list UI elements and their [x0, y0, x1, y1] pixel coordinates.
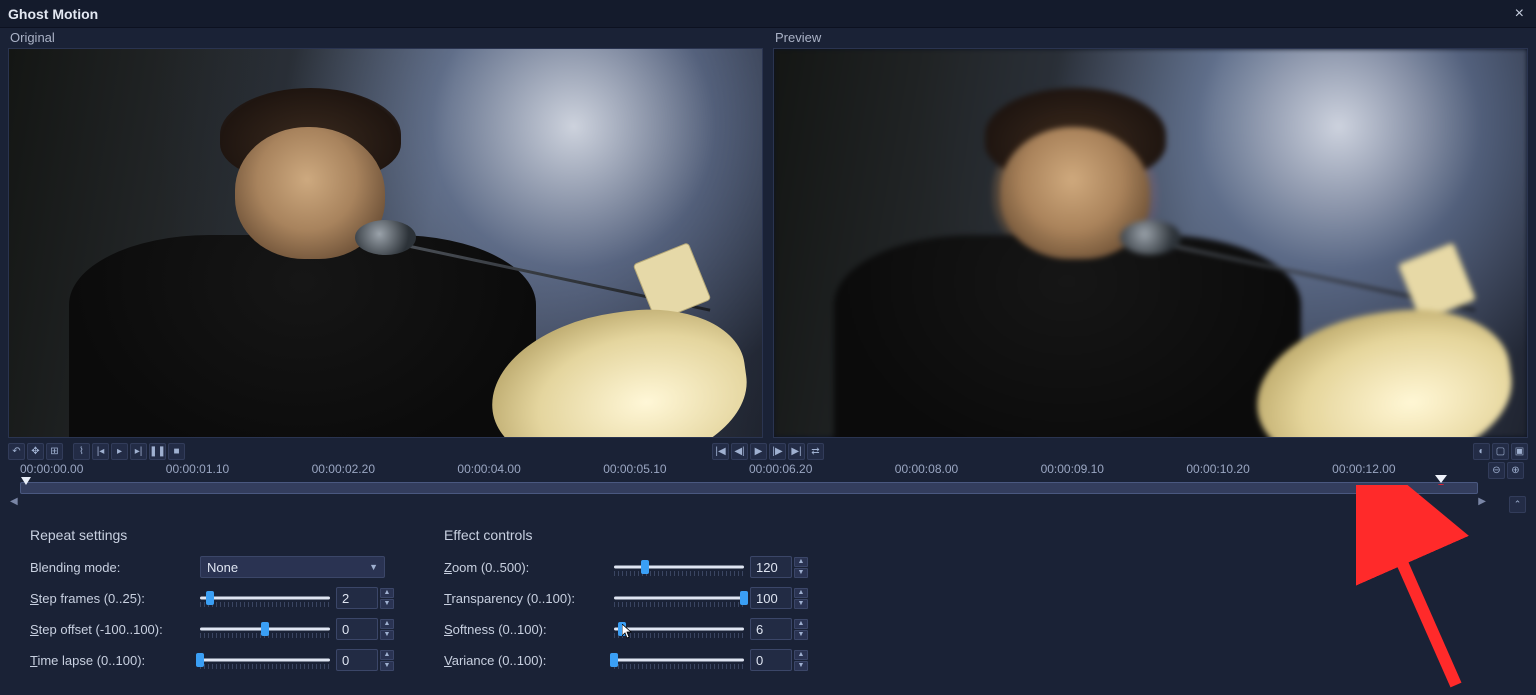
time-lapse-slider[interactable]: [200, 651, 330, 669]
scroll-left-button[interactable]: ◀: [10, 496, 18, 507]
softness-label: Softness (0..100):: [444, 622, 614, 637]
stop-small-button[interactable]: ■: [168, 443, 185, 460]
transport-controls: |◀ ◀| ▶ |▶ ▶| ⇄: [712, 443, 824, 460]
effect-controls-panel: Effect controls Zoom (0..500): ▲▼ Transp…: [444, 527, 808, 671]
transparency-slider[interactable]: [614, 589, 744, 607]
step-offset-label: Step offset (-100..100):: [30, 622, 200, 637]
zoom-input[interactable]: [750, 556, 792, 578]
transparency-label: Transparency (0..100):: [444, 591, 614, 606]
tick-1: 00:00:01.10: [166, 462, 229, 476]
settings-area: Repeat settings Blending mode: None ▼ St…: [0, 509, 1536, 679]
tick-6: 00:00:08.00: [895, 462, 958, 476]
go-end-button[interactable]: ▶|: [788, 443, 805, 460]
pause-small-button[interactable]: ❚❚: [149, 443, 166, 460]
timeline-zoom-in-button[interactable]: ⊕: [1507, 462, 1524, 479]
tick-8: 00:00:10.20: [1186, 462, 1249, 476]
transparency-input[interactable]: [750, 587, 792, 609]
effect-heading: Effect controls: [444, 527, 808, 543]
repeat-settings-panel: Repeat settings Blending mode: None ▼ St…: [30, 527, 394, 671]
step-frames-spinner[interactable]: ▲▼: [380, 588, 394, 609]
variance-spinner[interactable]: ▲▼: [794, 650, 808, 671]
timeline-track-row: [0, 482, 1536, 496]
step-forward-button[interactable]: |▶: [769, 443, 786, 460]
tick-0: 00:00:00.00: [20, 462, 83, 476]
scroll-right-button[interactable]: ▶: [1478, 496, 1486, 507]
title-bar: Ghost Motion ×: [0, 0, 1536, 28]
tick-3: 00:00:04.00: [457, 462, 520, 476]
timeline-zoom-out-button[interactable]: ⊖: [1488, 462, 1505, 479]
step-frames-slider[interactable]: [200, 589, 330, 607]
step-offset-spinner[interactable]: ▲▼: [380, 619, 394, 640]
gauge-button[interactable]: ◐: [1473, 443, 1490, 460]
time-lapse-spinner[interactable]: ▲▼: [380, 650, 394, 671]
go-start-button[interactable]: |◀: [712, 443, 729, 460]
tick-7: 00:00:09.10: [1041, 462, 1104, 476]
original-pane: Original: [8, 30, 763, 438]
softness-slider[interactable]: [614, 620, 744, 638]
collapse-button[interactable]: ⌃: [1509, 496, 1526, 513]
crop-tool-button[interactable]: ⊞: [46, 443, 63, 460]
zoom-label: Zoom (0..500):: [444, 560, 614, 575]
original-label: Original: [10, 30, 763, 46]
step-offset-input[interactable]: [336, 618, 378, 640]
variance-input[interactable]: [750, 649, 792, 671]
softness-spinner[interactable]: ▲▼: [794, 619, 808, 640]
compare-view-button[interactable]: ▢: [1492, 443, 1509, 460]
timeline-ruler[interactable]: 00:00:00.00 00:00:01.10 00:00:02.20 00:0…: [20, 462, 1478, 482]
step-back-button[interactable]: ◀|: [731, 443, 748, 460]
undo-button[interactable]: ↶: [8, 443, 25, 460]
original-video[interactable]: [8, 48, 763, 438]
transparency-spinner[interactable]: ▲▼: [794, 588, 808, 609]
softness-input[interactable]: [750, 618, 792, 640]
right-tools: ◐ ▢ ▣: [1473, 443, 1528, 460]
blending-mode-label: Blending mode:: [30, 560, 200, 575]
zoom-spinner[interactable]: ▲▼: [794, 557, 808, 578]
blending-mode-dropdown[interactable]: None ▼: [200, 556, 385, 578]
time-lapse-input[interactable]: [336, 649, 378, 671]
step-offset-slider[interactable]: [200, 620, 330, 638]
preview-pane: Preview: [773, 30, 1528, 438]
prev-keyframe-button[interactable]: |◂: [92, 443, 109, 460]
loop-button[interactable]: ⇄: [807, 443, 824, 460]
blending-mode-value: None: [207, 560, 238, 575]
zoom-slider[interactable]: [614, 558, 744, 576]
repeat-heading: Repeat settings: [30, 527, 394, 543]
tick-9: 00:00:12.00: [1332, 462, 1395, 476]
chevron-down-icon: ▼: [369, 562, 378, 572]
play-button[interactable]: ▶: [750, 443, 767, 460]
next-keyframe-button[interactable]: ▸|: [130, 443, 147, 460]
zigzag-button[interactable]: ⌇: [73, 443, 90, 460]
fullscreen-button[interactable]: ▣: [1511, 443, 1528, 460]
play-small-button[interactable]: ▸: [111, 443, 128, 460]
move-tool-button[interactable]: ✥: [27, 443, 44, 460]
window-title: Ghost Motion: [8, 6, 98, 22]
time-lapse-label: Time lapse (0..100):: [30, 653, 200, 668]
preview-video[interactable]: [773, 48, 1528, 438]
step-frames-input[interactable]: [336, 587, 378, 609]
tick-4: 00:00:05.10: [603, 462, 666, 476]
variance-slider[interactable]: [614, 651, 744, 669]
preview-area: Original Preview: [0, 28, 1536, 440]
preview-label: Preview: [775, 30, 1528, 46]
variance-label: Variance (0..100):: [444, 653, 614, 668]
step-frames-label: Step frames (0..25):: [30, 591, 200, 606]
tick-5: 00:00:06.20: [749, 462, 812, 476]
playhead-marker[interactable]: [21, 477, 31, 485]
timeline-track[interactable]: [20, 482, 1478, 494]
tick-2: 00:00:02.20: [312, 462, 375, 476]
clip-end-marker[interactable]: [1435, 475, 1447, 485]
toolbar: ↶ ✥ ⊞ ⌇ |◂ ▸ ▸| ❚❚ ■ |◀ ◀| ▶ |▶ ▶| ⇄ ◐ ▢…: [0, 440, 1536, 462]
close-button[interactable]: ×: [1511, 5, 1528, 23]
